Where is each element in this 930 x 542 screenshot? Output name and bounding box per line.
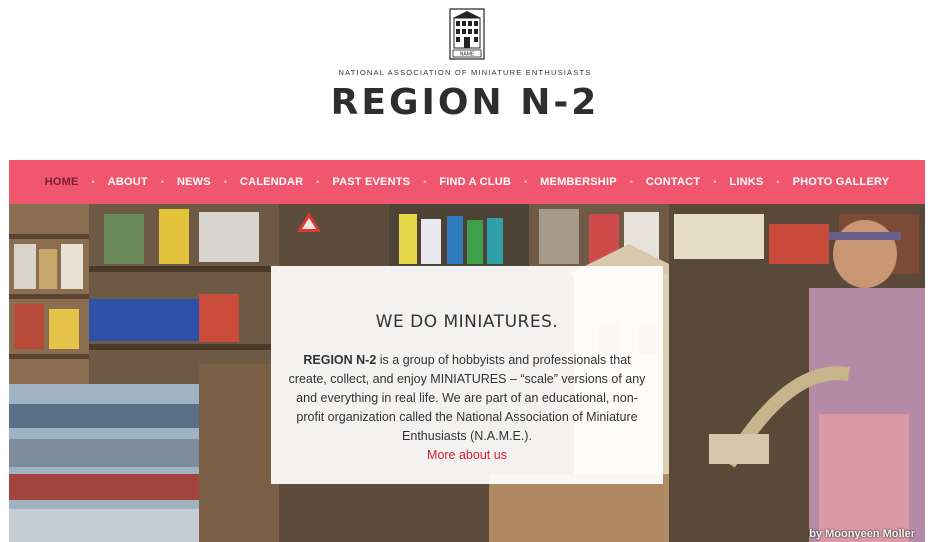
nav-item-about[interactable]: ABOUT [108,176,148,188]
nav-item-calendar[interactable]: CALENDAR [240,176,303,188]
nav-item-links[interactable]: LINKS [729,176,763,188]
hero-region-name: REGION N-2 [303,353,377,367]
site-header: NAME NATIONAL ASSOCIATION OF MINIATURE E… [0,0,930,160]
site-title[interactable]: REGION N-2 [0,82,930,123]
hero-card: WE DO MINIATURES. REGION N-2 is a group … [271,266,663,484]
logo-text: NAME [460,52,475,58]
photo-credit: by Moonyeen Moller [809,528,915,540]
hero-title: WE DO MINIATURES. [375,312,559,332]
nav-separator: • [423,177,427,187]
hero-description: REGION N-2 is a group of hobbyists and p… [287,351,647,465]
nav-item-news[interactable]: NEWS [177,176,211,188]
nav-item-home[interactable]: HOME [45,176,79,188]
nav-separator: • [91,177,95,187]
nav-item-past-events[interactable]: PAST EVENTS [332,176,410,188]
nav-separator: • [524,177,528,187]
nav-item-photo-gallery[interactable]: PHOTO GALLERY [793,176,890,188]
nav-item-membership[interactable]: MEMBERSHIP [540,176,617,188]
nav-separator: • [629,177,633,187]
tagline: NATIONAL ASSOCIATION OF MINIATURE ENTHUS… [338,68,592,77]
hero-section: WE DO MINIATURES. REGION N-2 is a group … [9,204,925,542]
nav-separator: • [223,177,227,187]
main-nav: HOME • ABOUT • NEWS • CALENDAR • PAST EV… [9,160,925,204]
nav-item-find-a-club[interactable]: FIND A CLUB [439,176,511,188]
nav-separator: • [316,177,320,187]
nav-item-contact[interactable]: CONTACT [646,176,700,188]
nav-separator: • [160,177,164,187]
more-about-us-link[interactable]: More about us [287,446,647,465]
name-logo-icon[interactable]: NAME [449,8,485,60]
nav-separator: • [713,177,717,187]
nav-separator: • [776,177,780,187]
